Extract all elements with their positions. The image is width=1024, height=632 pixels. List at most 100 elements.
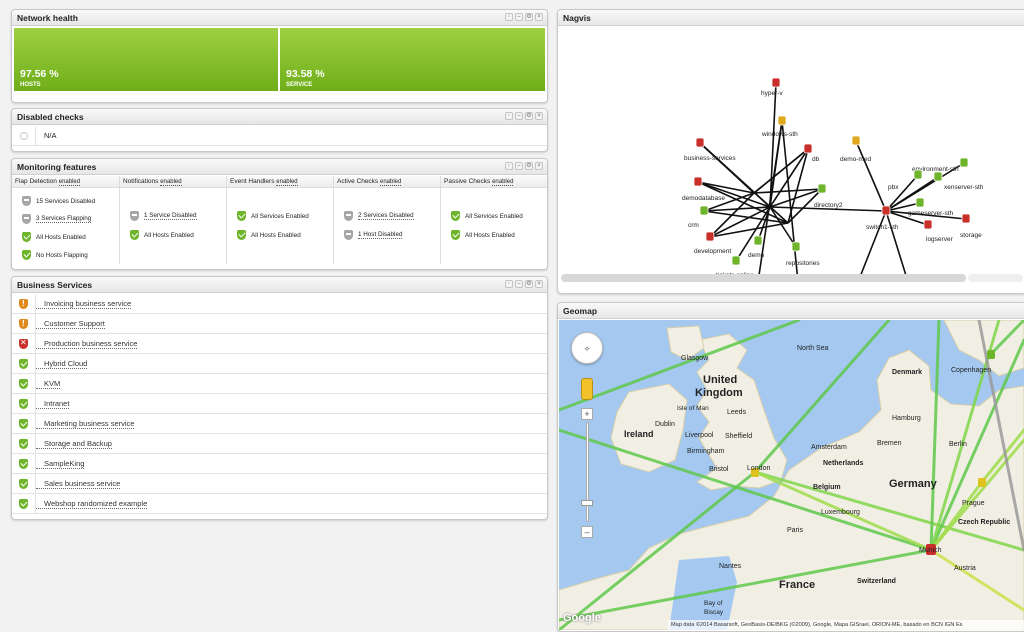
business-service-link[interactable]: SampleKing [36,459,85,469]
status-cell [12,474,36,493]
zoom-out-button[interactable]: – [581,526,593,538]
zoom-in-button[interactable]: + [581,408,593,420]
close-icon[interactable]: × [535,112,543,120]
feature-link[interactable]: 2 Services Disabled [358,212,414,220]
service-percent: 93.58 % [286,68,325,80]
node-pbx-icon[interactable] [913,169,923,180]
node-logserver-icon[interactable] [923,219,933,230]
geomap-map[interactable]: Glasgow North Sea United Kingdom Isle of Man… [559,320,1024,630]
feature-text: All Services Enabled [465,212,523,220]
map-label-austria: Austria [954,565,976,572]
enabled-toggle[interactable]: enabled [492,179,514,186]
business-service-link[interactable]: KVM [36,379,61,389]
service-label: SERVICE [286,82,313,88]
business-service-link[interactable]: Webshop randomized example [36,499,148,509]
business-service-link[interactable]: Sales business service [36,479,121,489]
zoom-slider[interactable] [586,422,589,522]
map-label-bristol: Bristol [709,466,729,473]
status-cell [12,494,36,513]
node-business-services-icon[interactable] [695,137,705,148]
node-environment-sth-icon[interactable] [959,157,969,168]
map-label-copenhagen: Copenhagen [951,367,991,374]
minimize-icon[interactable]: – [515,280,523,288]
enabled-toggle[interactable]: enabled [160,179,182,186]
map-label-netherlands: Netherlands [823,460,864,467]
pan-control[interactable]: ⟡ [571,332,603,364]
node-hyper-v-icon[interactable] [771,77,781,88]
settings-icon[interactable]: ⚙ [525,280,533,288]
copenhagen-marker[interactable] [987,350,995,359]
close-icon[interactable]: × [535,162,543,170]
event-handlers-header: Event Handlers enabled [227,176,333,188]
business-service-link[interactable]: Marketing business service [36,419,135,429]
feature-link[interactable]: 1 Host Disabled [358,231,403,239]
settings-icon[interactable]: ⚙ [525,13,533,21]
feature-row: 1 Service Disabled [130,211,197,221]
node-windows-sth-icon[interactable] [777,115,787,126]
nagvis-map[interactable]: hyper-v windows-sth business-services demo-… [558,27,1024,282]
nagvis-scrollbar[interactable] [561,274,966,282]
feature-link[interactable]: 1 Service Disabled [144,212,197,220]
pin-icon[interactable]: ▫ [505,13,513,21]
node-demodatabase-icon[interactable] [693,176,703,187]
minimize-icon[interactable]: – [515,162,523,170]
business-service-row: Webshop randomized example [12,494,547,514]
node-repositories-icon[interactable] [791,241,801,252]
node-directory2-icon[interactable] [817,183,827,194]
zoom-slider-thumb[interactable] [581,500,593,506]
business-service-link[interactable]: Customer Support [36,319,105,329]
business-service-row: SampleKing [12,454,547,474]
map-label-uk1: United [703,374,737,386]
feature-link[interactable]: 3 Services Flapping [36,215,92,223]
node-demo-med-icon[interactable] [851,135,861,146]
node-label: business-services [684,155,736,162]
service-health-tile[interactable]: 93.58 % SERVICE [280,28,545,91]
minimize-icon[interactable]: – [515,13,523,21]
network-nodes: hyper-v windows-sth business-services demo-… [682,77,984,279]
settings-icon[interactable]: ⚙ [525,112,533,120]
business-service-link[interactable]: Intranet [36,399,70,409]
business-service-link[interactable]: Hybrid Cloud [36,359,88,369]
street-view-pegman-icon[interactable] [581,378,593,400]
pin-icon[interactable]: ▫ [505,280,513,288]
status-cell [12,314,36,333]
node-switch1-sth-icon[interactable] [881,205,891,216]
business-service-link[interactable]: Invoicing business service [36,299,132,309]
panel-title: Nagvis [563,13,591,23]
feature-row: No Hosts Flapping [22,250,88,260]
business-service-link[interactable]: Production business service [36,339,138,349]
enabled-toggle[interactable]: enabled [276,179,298,186]
minimize-icon[interactable]: – [515,112,523,120]
map-label-denmark: Denmark [892,369,922,376]
hosts-health-tile[interactable]: 97.56 % HOSTS [14,28,278,91]
map-label-berlin: Berlin [949,441,967,448]
nagvis-scroll-track[interactable] [968,274,1023,282]
node-development-icon[interactable] [705,231,715,242]
business-service-link[interactable]: Storage and Backup [36,439,112,449]
node-tickets-online-icon[interactable] [731,255,741,266]
pin-icon[interactable]: ▫ [505,112,513,120]
close-icon[interactable]: × [535,280,543,288]
node-demo-icon[interactable] [753,235,763,246]
node-gameserver-sth-icon[interactable] [915,197,925,208]
prague-marker[interactable] [978,478,986,487]
enabled-toggle[interactable]: enabled [58,179,81,186]
event-handlers-column: Event Handlers enabled All Services Enab… [227,176,334,264]
feature-row: All Services Enabled [237,211,309,221]
active-checks-column: Active Checks enabled 2 Services Disable… [334,176,441,264]
node-label: gameserver-sth [908,210,954,217]
node-storage-icon[interactable] [961,213,971,224]
enabled-toggle[interactable]: enabled [380,179,402,186]
feature-row: 3 Services Flapping [22,214,92,224]
close-icon[interactable]: × [535,13,543,21]
ok-status-icon [19,398,28,409]
node-crm-icon[interactable] [699,205,709,216]
pin-icon[interactable]: ▫ [505,162,513,170]
feature-text: No Hosts Flapping [36,251,88,259]
settings-icon[interactable]: ⚙ [525,162,533,170]
column-name: Flap Detection [15,178,57,185]
node-xenserver-sth-icon[interactable] [933,171,943,182]
node-label: xenserver-sth [944,184,984,191]
disabled-status-icon [22,214,31,224]
node-db-icon[interactable] [803,143,813,154]
